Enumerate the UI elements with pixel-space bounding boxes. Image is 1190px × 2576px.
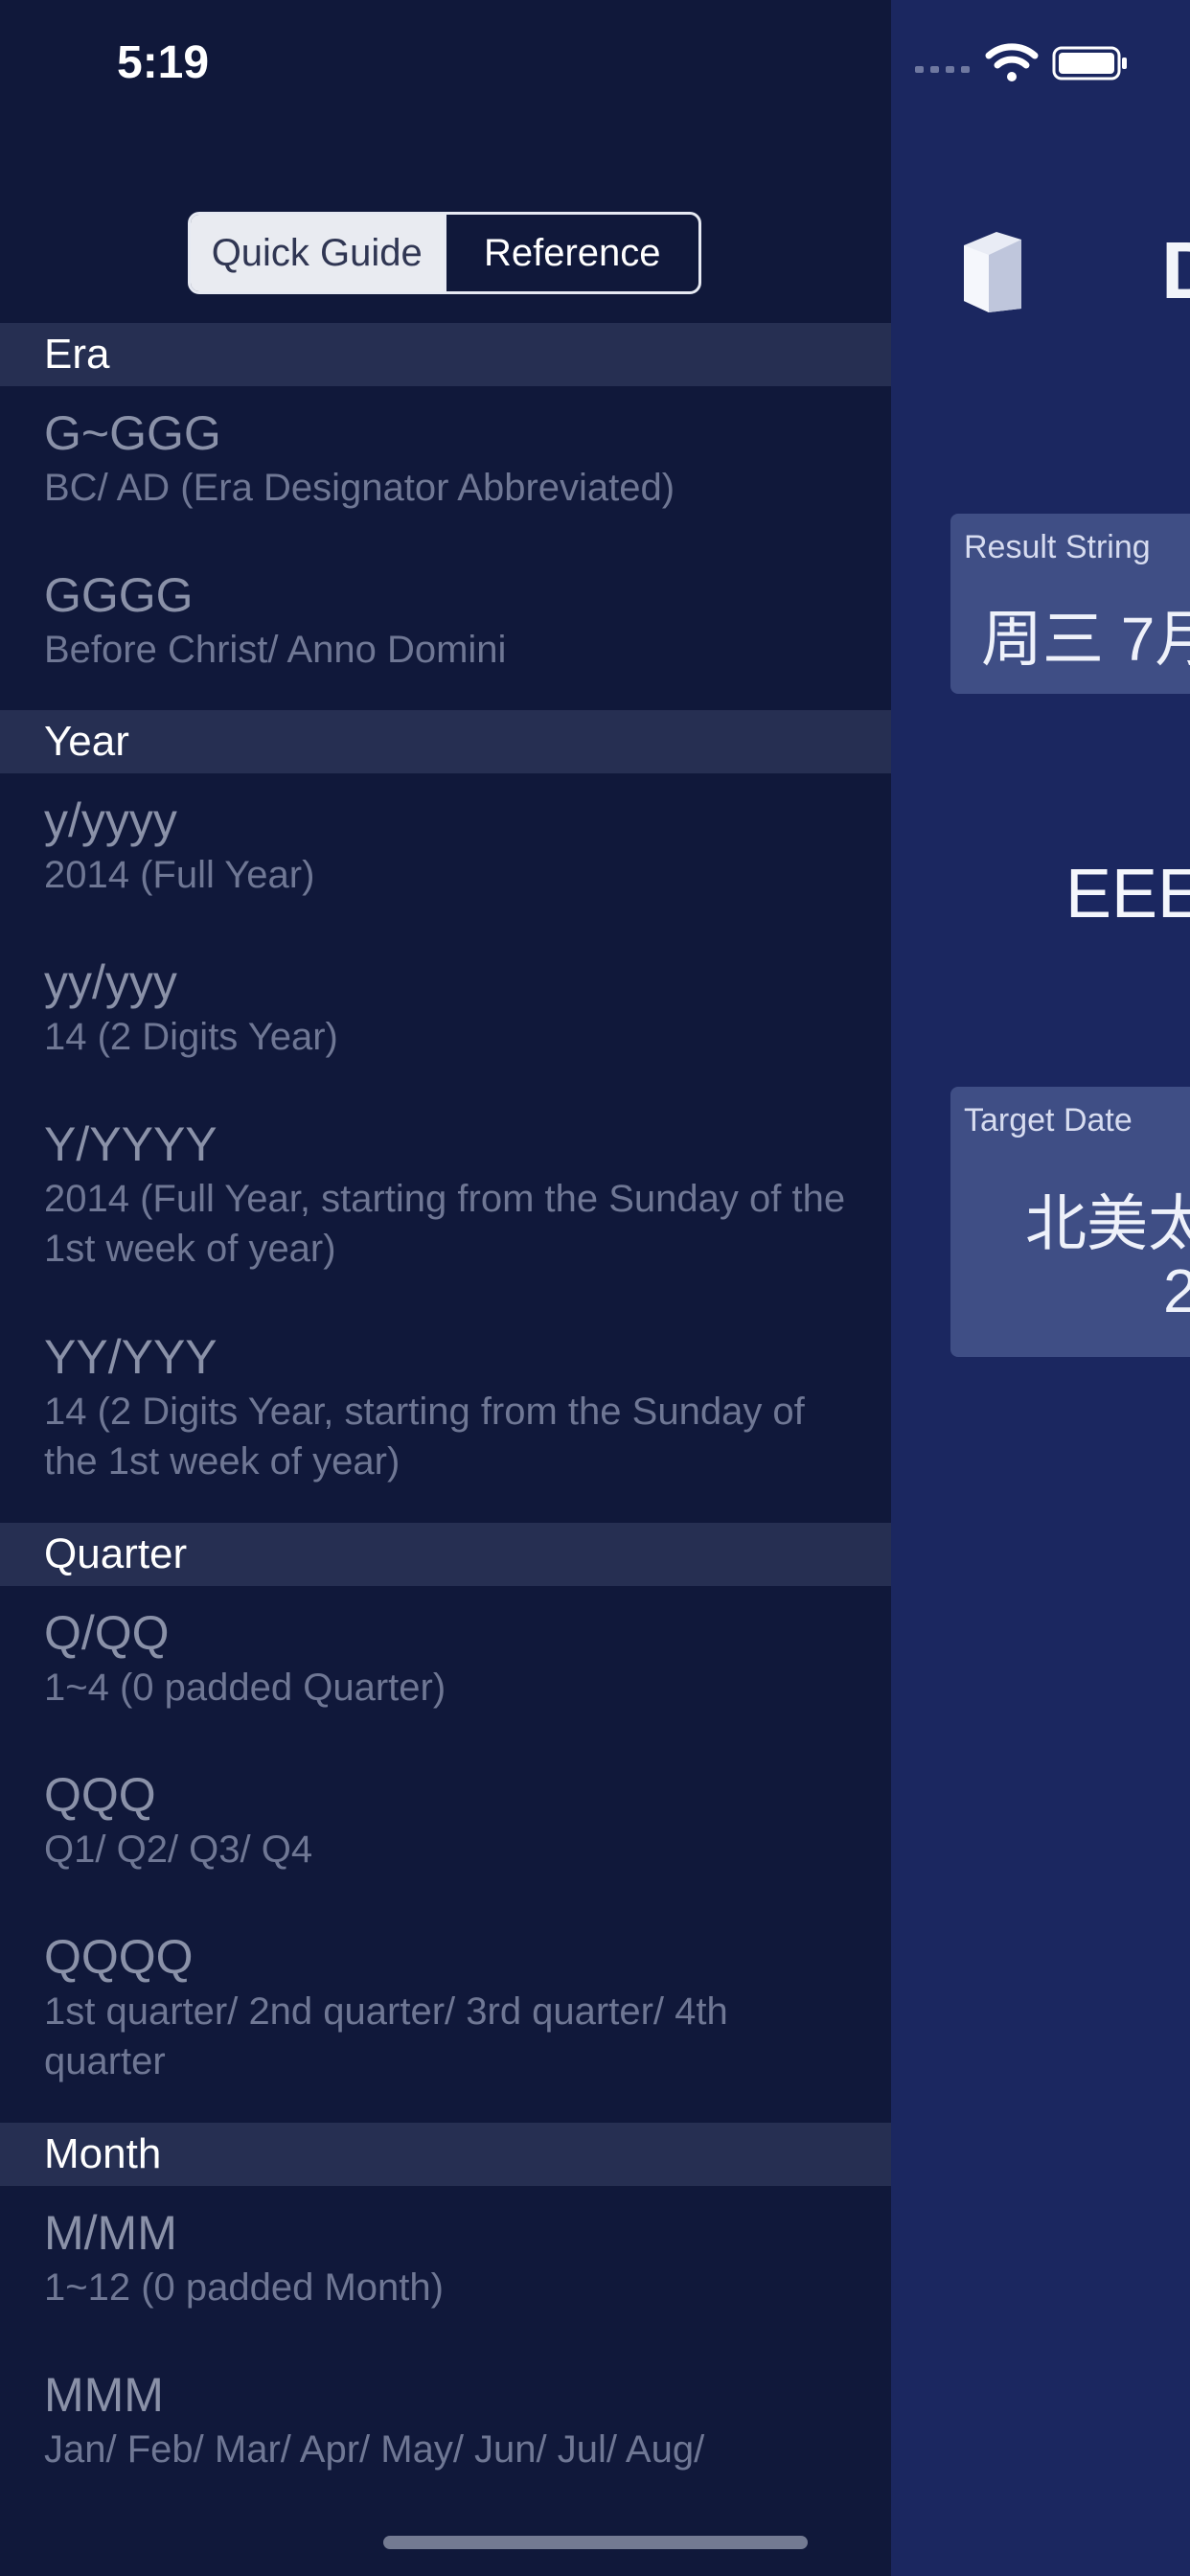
format-code: Y/YYYY	[44, 1117, 217, 1171]
format-code: YY/YYY	[44, 1330, 217, 1384]
format-description: Before Christ/ Anno Domini	[44, 629, 507, 671]
format-description: 2014 (Full Year)	[44, 854, 315, 896]
section-header-year: Year	[0, 710, 891, 773]
reference-tab[interactable]: Reference	[443, 215, 699, 291]
list-item[interactable]: QQQQ 1st quarter/ 2nd quarter/ 3rd quart…	[0, 1910, 891, 2123]
format-description: BC/ AD (Era Designator Abbreviated)	[44, 467, 675, 509]
format-code: QQQ	[44, 1768, 156, 1822]
list-item[interactable]: yy/yyy 14 (2 Digits Year)	[0, 935, 891, 1097]
list-item[interactable]: Y/YYYY 2014 (Full Year, starting from th…	[0, 1097, 891, 1310]
battery-icon	[1052, 46, 1127, 80]
section-header-era: Era	[0, 323, 891, 386]
format-description: 1st quarter/ 2nd quarter/ 3rd quarter/ 4…	[44, 1990, 728, 2082]
result-string-card: Result String 周三 7月	[950, 514, 1190, 694]
target-date-card[interactable]: Target Date 北美太 2	[950, 1087, 1190, 1357]
list-item[interactable]: YY/YYY 14 (2 Digits Year, starting from …	[0, 1310, 891, 1523]
format-code: GGGG	[44, 568, 194, 622]
format-description: 14 (2 Digits Year)	[44, 1016, 338, 1058]
wifi-icon	[985, 43, 1039, 81]
signal-icon	[915, 66, 970, 73]
format-description: 14 (2 Digits Year, starting from the Sun…	[44, 1391, 805, 1483]
quick-guide-tab[interactable]: Quick Guide	[191, 215, 444, 291]
format-code: M/MM	[44, 2206, 177, 2260]
target-date-value-line1: 北美太	[1025, 1189, 1190, 1258]
list-item[interactable]: y/yyyy 2014 (Full Year)	[0, 773, 891, 935]
format-description: Jan/ Feb/ Mar/ Apr/ May/ Jun/ Jul/ Aug/	[44, 2428, 705, 2471]
format-string-field[interactable]: EEE	[1065, 855, 1190, 933]
format-description: 2014 (Full Year, starting from the Sunda…	[44, 1178, 846, 1270]
list-item[interactable]: QQQ Q1/ Q2/ Q3/ Q4	[0, 1748, 891, 1910]
format-code: Q/QQ	[44, 1606, 170, 1660]
list-item[interactable]: G~GGG BC/ AD (Era Designator Abbreviated…	[0, 386, 891, 548]
list-item[interactable]: Q/QQ 1~4 (0 padded Quarter)	[0, 1586, 891, 1748]
guide-segmented-control[interactable]: Quick Guide Reference	[188, 212, 701, 294]
result-string-value: 周三 7月	[981, 605, 1190, 674]
format-code: MMM	[44, 2368, 164, 2422]
list-item[interactable]: GGGG Before Christ/ Anno Domini	[0, 548, 891, 710]
quick-guide-drawer: Quick Guide Reference Era G~GGG BC/ AD (…	[0, 0, 891, 2576]
status-time: 5:19	[117, 37, 210, 88]
format-code: G~GGG	[44, 406, 221, 460]
format-description: 1~12 (0 padded Month)	[44, 2266, 444, 2309]
format-code: yy/yyy	[44, 955, 177, 1009]
format-code: y/yyyy	[44, 794, 177, 847]
format-description: Q1/ Q2/ Q3/ Q4	[44, 1828, 313, 1871]
book-icon[interactable]	[958, 228, 1027, 314]
list-item[interactable]: M/MM 1~12 (0 padded Month)	[0, 2186, 891, 2348]
format-list[interactable]: Era G~GGG BC/ AD (Era Designator Abbrevi…	[0, 323, 891, 2510]
format-description: 1~4 (0 padded Quarter)	[44, 1667, 446, 1709]
list-item[interactable]: MMM Jan/ Feb/ Mar/ Apr/ May/ Jun/ Jul/ A…	[0, 2348, 891, 2510]
home-indicator[interactable]	[383, 2536, 808, 2549]
result-string-label: Result String	[964, 529, 1151, 565]
target-date-label: Target Date	[964, 1102, 1133, 1138]
section-header-month: Month	[0, 2123, 891, 2186]
main-title: D	[1161, 230, 1190, 310]
section-header-quarter: Quarter	[0, 1523, 891, 1586]
format-code: QQQQ	[44, 1930, 194, 1984]
target-date-value-line2: 2	[1163, 1256, 1190, 1325]
